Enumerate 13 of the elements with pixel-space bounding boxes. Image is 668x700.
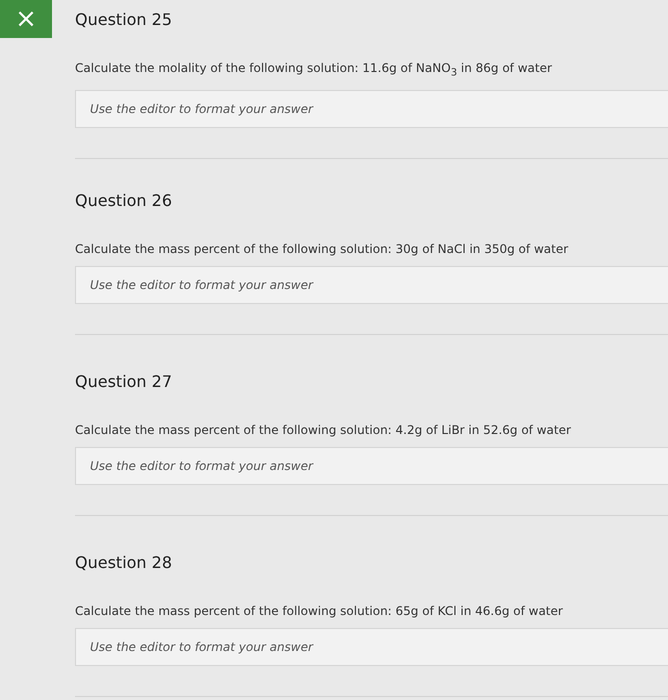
question-title: Question 26 (75, 190, 174, 212)
question-prompt: Calculate the mass percent of the following solution: 30g of NaCl in 350g of water (75, 241, 570, 258)
question-title: Question 27 (75, 371, 174, 393)
question-prompt: Calculate the molality of the following solution: 11.6g of NaNO$_{3}$ in 86g of water (75, 60, 553, 80)
close-button[interactable]: × (0, 0, 52, 38)
answer-field[interactable]: Use the editor to format your answer (75, 447, 668, 485)
question-title: Question 28 (75, 552, 174, 574)
question-title: Question 25 (75, 9, 174, 31)
answer-field[interactable]: Use the editor to format your answer (75, 628, 668, 666)
question-prompt: Calculate the mass percent of the following solution: 4.2g of LiBr in 52.6g of water (75, 422, 572, 439)
answer-field[interactable]: Use the editor to format your answer (75, 266, 668, 304)
question-prompt: Calculate the mass percent of the following solution: 65g of KCl in 46.6g of water (75, 603, 564, 620)
answer-field[interactable]: Use the editor to format your answer (75, 90, 668, 128)
